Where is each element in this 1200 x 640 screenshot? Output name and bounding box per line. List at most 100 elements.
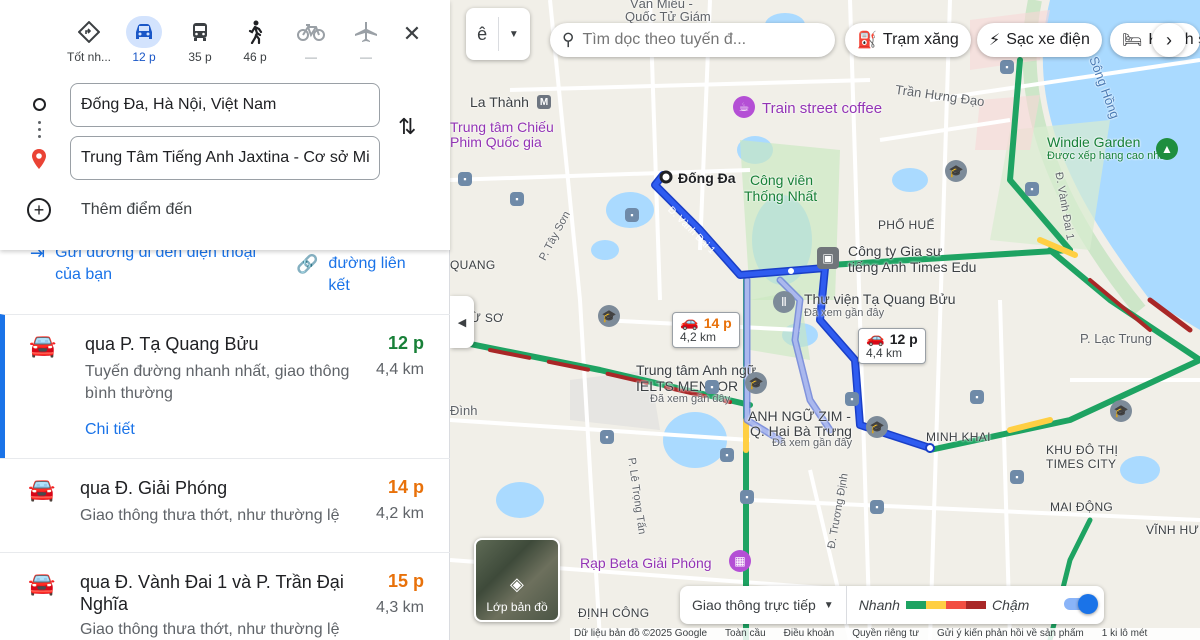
school-pin-icon[interactable]: 🎓 bbox=[598, 305, 620, 327]
layers-icon: ◈ bbox=[510, 574, 524, 594]
mode-driving[interactable]: 12 p bbox=[116, 16, 172, 64]
library-pin-icon[interactable]: Ⅱ bbox=[773, 291, 795, 313]
chips-next-button[interactable]: › bbox=[1152, 23, 1186, 57]
route-description: Giao thông thưa thớt, như thường lệ bbox=[80, 507, 340, 524]
label-phim-quoc-gia: Phim Quốc gia bbox=[450, 134, 542, 150]
bus-stop-icon[interactable]: ▪ bbox=[870, 500, 884, 514]
route-title: qua Đ. Vành Đai 1 và P. Trần Đại Nghĩa bbox=[80, 572, 344, 614]
mode-walking[interactable]: 46 p bbox=[227, 16, 283, 64]
chip-label: Sạc xe điện bbox=[1006, 31, 1090, 48]
alt-route-time: 14 p bbox=[703, 315, 732, 331]
lake-small-3 bbox=[591, 240, 619, 260]
bus-stop-icon[interactable]: ▪ bbox=[1025, 182, 1039, 196]
park-pin-icon[interactable]: ▲ bbox=[1156, 138, 1178, 160]
school-pin-icon[interactable]: 🎓 bbox=[1110, 400, 1132, 422]
mode-cycling[interactable]: — bbox=[283, 16, 339, 64]
school-pin-icon[interactable]: 🎓 bbox=[945, 160, 967, 182]
label-cty-gia-su-1[interactable]: Công ty Gia sư bbox=[848, 243, 942, 259]
label-rap-beta[interactable]: Rạp Beta Giải Phóng bbox=[580, 555, 712, 571]
label-thu-vien-1[interactable]: Thư viện Tạ Quang Bửu bbox=[804, 291, 956, 307]
metro-icon: M bbox=[537, 95, 551, 109]
route-option-1[interactable]: 🚘 qua P. Tạ Quang Bửu 12 p Tuyến đường n… bbox=[0, 314, 450, 458]
label-ielts-1[interactable]: Trung tâm Anh ngữ bbox=[636, 362, 756, 378]
bus-stop-icon[interactable]: ▪ bbox=[740, 490, 754, 504]
label-quang: QUANG bbox=[450, 258, 496, 272]
origin-input[interactable] bbox=[81, 96, 369, 114]
label-cong-vien-2: Thống Nhất bbox=[744, 188, 818, 204]
cinema-pin-icon[interactable]: ▦ bbox=[729, 550, 751, 572]
label-ielts-2[interactable]: IELTS MENTOR bbox=[636, 378, 738, 394]
traffic-seg-fast bbox=[905, 601, 926, 609]
school-pin-icon[interactable]: 🎓 bbox=[745, 372, 767, 394]
chevron-right-icon: › bbox=[1166, 29, 1172, 50]
close-icon: ✕ bbox=[402, 21, 422, 46]
traffic-toggle[interactable] bbox=[1060, 592, 1100, 616]
mode-flight[interactable]: — bbox=[338, 16, 394, 64]
travel-mode-menu-button[interactable]: ê ▼ bbox=[466, 8, 530, 60]
collapse-panel-button[interactable]: ◀ bbox=[450, 296, 474, 348]
bus-stop-icon[interactable]: ▪ bbox=[1010, 470, 1024, 484]
label-cty-gia-su-2[interactable]: tiếng Anh Times Edu bbox=[848, 259, 976, 275]
map-base bbox=[450, 0, 1200, 640]
label-dinh: Đình bbox=[450, 403, 478, 418]
origin-field[interactable] bbox=[70, 83, 380, 127]
map-canvas[interactable]: Văn Miếu - Quốc Tử Giám La Thành M ☕ Tra… bbox=[450, 0, 1200, 640]
traffic-fast-label: Nhanh bbox=[858, 597, 900, 613]
car-icon: 🚘 bbox=[28, 571, 56, 596]
footer-terms[interactable]: Điều khoản bbox=[784, 628, 835, 640]
main-route-bubble[interactable]: 🚗 12 p 4,4 km bbox=[858, 328, 926, 364]
route-end-dot bbox=[925, 443, 935, 453]
label-windie-1[interactable]: Windie Garden bbox=[1047, 134, 1140, 150]
map-layers-button[interactable]: ◈ Lớp bản đồ bbox=[474, 538, 560, 622]
footer-global[interactable]: Toàn cầu bbox=[725, 628, 766, 640]
footer-scale[interactable]: 1 ki lô mét bbox=[1102, 628, 1148, 640]
label-train-street[interactable]: Train street coffee bbox=[762, 100, 882, 117]
bus-icon bbox=[182, 16, 218, 48]
traffic-seg-moderate bbox=[925, 601, 946, 609]
building-pin-icon[interactable]: ▣ bbox=[817, 247, 839, 269]
destination-pin-icon[interactable]: 🎓 bbox=[866, 416, 888, 438]
bus-stop-icon[interactable]: ▪ bbox=[458, 172, 472, 186]
mode-best[interactable]: Tốt nh... bbox=[61, 16, 117, 64]
route-search-box[interactable]: ⚲ bbox=[550, 23, 835, 57]
lake-small-9 bbox=[1120, 456, 1160, 484]
destination-field[interactable] bbox=[70, 136, 380, 180]
alt-route-bubble[interactable]: 🚗 14 p 4,2 km bbox=[672, 312, 740, 348]
mode-transit[interactable]: 35 p bbox=[172, 16, 228, 64]
copy-link-line2: kết bbox=[328, 277, 350, 294]
route-option-3[interactable]: 🚘 qua Đ. Vành Đai 1 và P. Trần Đại Nghĩa… bbox=[0, 552, 450, 640]
traffic-select[interactable]: Giao thông trực tiếp ▼ bbox=[680, 586, 847, 624]
bus-stop-icon[interactable]: ▪ bbox=[510, 192, 524, 206]
label-khu-do-thi-2: TIMES CITY bbox=[1046, 457, 1117, 471]
bus-stop-icon[interactable]: ▪ bbox=[625, 208, 639, 222]
close-directions-button[interactable]: ✕ bbox=[398, 20, 426, 48]
bus-stop-icon[interactable]: ▪ bbox=[600, 430, 614, 444]
route-details-link[interactable]: Chi tiết bbox=[85, 421, 135, 439]
swap-locations-button[interactable]: ⇅ bbox=[398, 114, 416, 140]
bus-stop-icon[interactable]: ▪ bbox=[720, 448, 734, 462]
bus-stop-icon[interactable]: ▪ bbox=[845, 392, 859, 406]
footer-privacy[interactable]: Quyền riêng tư bbox=[852, 628, 919, 640]
search-icon: ⚲ bbox=[562, 30, 575, 49]
chip-label: Trạm xăng bbox=[882, 31, 959, 48]
copy-link-button[interactable]: 🔗 đường liên kết bbox=[296, 253, 406, 297]
destination-input[interactable] bbox=[81, 149, 369, 167]
bus-stop-icon[interactable]: ▪ bbox=[1000, 60, 1014, 74]
bus-stop-icon[interactable]: ▪ bbox=[705, 380, 719, 394]
add-destination-button[interactable]: + Thêm điểm đến bbox=[27, 198, 192, 222]
route-option-2[interactable]: 🚘 qua Đ. Giải Phóng 14 p Giao thông thưa… bbox=[0, 458, 450, 552]
footer-feedback[interactable]: Gửi ý kiến phản hồi về sản phẩm bbox=[937, 628, 1084, 640]
lake-small-6 bbox=[496, 482, 544, 518]
bicycle-icon bbox=[293, 16, 329, 48]
bus-stop-icon[interactable]: ▪ bbox=[970, 390, 984, 404]
ev-charging-icon: ⚡ bbox=[989, 32, 1001, 49]
route-time: 14 p bbox=[387, 477, 424, 497]
label-zim-3: Đã xem gần đây bbox=[772, 437, 853, 449]
label-dinh-cong: ĐỊNH CÔNG bbox=[578, 606, 650, 620]
label-zim-1[interactable]: ANH NGỮ ZIM - bbox=[748, 408, 851, 424]
label-trung-tam-chieu: Trung tâm Chiếu bbox=[450, 119, 554, 135]
chip-gas-station[interactable]: ⛽ Trạm xăng bbox=[845, 23, 971, 57]
chip-ev-charging[interactable]: ⚡ Sạc xe điện bbox=[977, 23, 1102, 57]
coffee-pin-icon[interactable]: ☕ bbox=[733, 96, 755, 118]
route-search-input[interactable] bbox=[582, 31, 813, 49]
